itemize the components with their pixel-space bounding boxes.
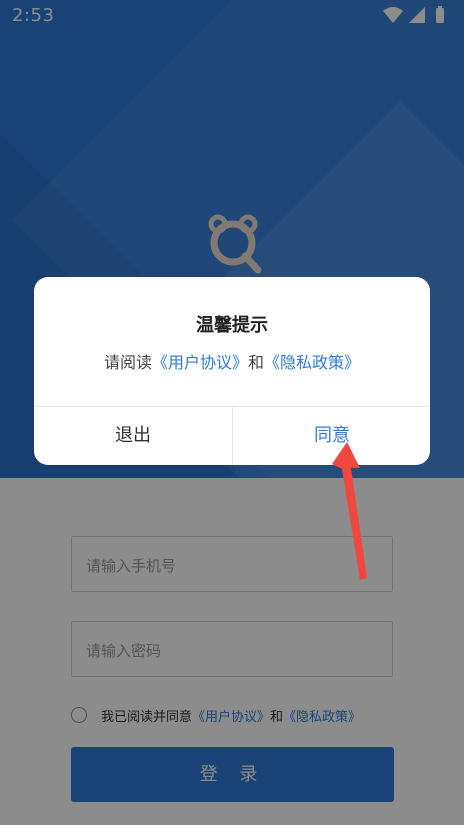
dialog-title: 温馨提示 [196, 315, 268, 336]
dialog-privacy-policy-link[interactable]: 《隐私政策》 [264, 353, 360, 372]
privacy-dialog: 温馨提示 请阅读《用户协议》和《隐私政策》 退出 同意 [34, 277, 430, 465]
login-screen: 2:53 请输入手机号 请输入密码 我已阅读并同意《用户协议》和《隐私政策》 登… [0, 0, 464, 825]
dialog-message-prefix: 请阅读 [103, 353, 152, 372]
exit-button[interactable]: 退出 [34, 407, 232, 465]
dialog-conjunction: 和 [248, 353, 265, 372]
dialog-user-agreement-link[interactable]: 《用户协议》 [152, 353, 248, 372]
arrow-pointer-icon [332, 442, 367, 580]
dialog-message: 请阅读《用户协议》和《隐私政策》 [34, 349, 430, 373]
